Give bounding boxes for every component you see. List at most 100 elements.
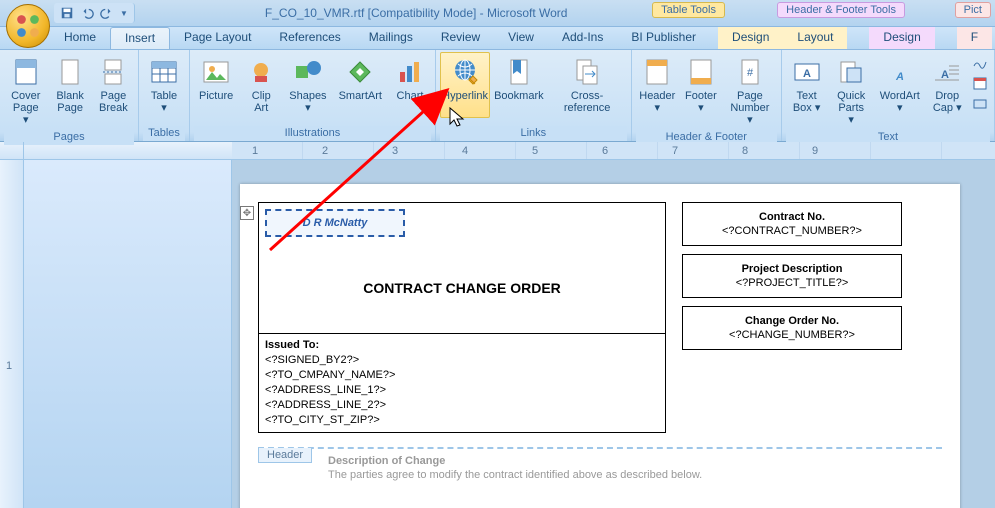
signature-line-button[interactable] xyxy=(970,52,990,72)
clipart-icon xyxy=(245,56,277,88)
blank-page-icon xyxy=(54,56,86,88)
object-icon xyxy=(972,96,988,112)
undo-icon[interactable] xyxy=(80,6,94,20)
context-tab-picture: Pict xyxy=(955,2,991,18)
tab-design-table[interactable]: Design xyxy=(718,27,783,49)
tab-view[interactable]: View xyxy=(494,27,548,49)
quick-access-toolbar: ▼ xyxy=(54,3,135,23)
tab-addins[interactable]: Add-Ins xyxy=(548,27,617,49)
signature-icon xyxy=(972,54,988,70)
tab-references[interactable]: References xyxy=(265,27,354,49)
bookmark-button[interactable]: Bookmark xyxy=(492,52,545,118)
project-desc-box: Project Description <?PROJECT_TITLE?> xyxy=(682,254,902,298)
table-icon xyxy=(148,56,180,88)
object-button[interactable] xyxy=(970,94,990,114)
group-label-links: Links xyxy=(440,126,627,141)
wordart-button[interactable]: AWordArt ▾ xyxy=(875,52,924,130)
picture-button[interactable]: Picture xyxy=(194,52,238,118)
qat-dropdown-icon[interactable]: ▼ xyxy=(120,9,128,18)
textbox-icon: A xyxy=(791,56,823,88)
page-break-button[interactable]: Page Break xyxy=(93,52,134,130)
doc-left-cell: D R McNatty CONTRACT CHANGE ORDER Issued… xyxy=(258,202,666,433)
doc-title: CONTRACT CHANGE ORDER xyxy=(259,243,665,333)
page-number-icon: # xyxy=(734,56,766,88)
redo-icon[interactable] xyxy=(100,6,114,20)
group-text: AText Box ▾ Quick Parts ▾ AWordArt ▾ ADr… xyxy=(782,50,995,141)
dropcap-button[interactable]: ADrop Cap ▾ xyxy=(927,52,968,130)
page-area[interactable]: ✥ D R McNatty CONTRACT CHANGE ORDER Issu… xyxy=(232,160,995,508)
company-logo[interactable]: D R McNatty xyxy=(265,209,405,237)
issued-to-block: Issued To: <?SIGNED_BY2?> <?TO_CMPANY_NA… xyxy=(259,333,665,432)
group-label-tables: Tables xyxy=(143,126,185,141)
horizontal-ruler[interactable]: 1 2 3 4 5 6 7 8 9 xyxy=(232,142,995,159)
svg-text:#: # xyxy=(747,67,754,79)
issued-line: <?TO_CMPANY_NAME?> xyxy=(265,368,659,383)
page-number-button[interactable]: #Page Number ▾ xyxy=(723,52,777,130)
header-button[interactable]: Header ▾ xyxy=(636,52,679,130)
issued-line: <?SIGNED_BY2?> xyxy=(265,353,659,368)
header-icon xyxy=(641,56,673,88)
cover-page-button[interactable]: Cover Page ▾ xyxy=(4,52,47,130)
chart-button[interactable]: Chart xyxy=(389,52,431,118)
desc-heading: Description of Change xyxy=(328,455,445,467)
header-boundary: Header xyxy=(258,447,942,449)
cover-page-icon xyxy=(10,56,42,88)
shapes-button[interactable]: Shapes ▾ xyxy=(284,52,331,118)
document-page[interactable]: ✥ D R McNatty CONTRACT CHANGE ORDER Issu… xyxy=(240,184,960,508)
desc-body: The parties agree to modify the contract… xyxy=(328,469,702,481)
group-pages: Cover Page ▾ Blank Page Page Break Pages xyxy=(0,50,139,141)
tab-page-layout[interactable]: Page Layout xyxy=(170,27,265,49)
tab-bi-publisher[interactable]: BI Publisher xyxy=(617,27,710,49)
hyperlink-button[interactable]: Hyperlink xyxy=(440,52,490,118)
tab-review[interactable]: Review xyxy=(427,27,494,49)
table-move-handle[interactable]: ✥ xyxy=(240,206,254,220)
save-icon[interactable] xyxy=(60,6,74,20)
workspace: 1 ✥ D R McNatty CONTRACT CHANGE ORDER Is… xyxy=(0,160,995,508)
logo-text: D R McNatty xyxy=(303,217,368,229)
svg-text:A: A xyxy=(803,68,811,80)
doc-header-row: D R McNatty CONTRACT CHANGE ORDER Issued… xyxy=(258,202,942,433)
ruler-corner xyxy=(0,142,24,159)
footer-button[interactable]: Footer ▾ xyxy=(681,52,721,130)
crossref-icon xyxy=(571,56,603,88)
smartart-button[interactable]: SmartArt xyxy=(334,52,387,118)
clipart-button[interactable]: Clip Art xyxy=(240,52,282,118)
tab-format-picture[interactable]: F xyxy=(957,27,992,49)
shapes-icon xyxy=(292,56,324,88)
chart-icon xyxy=(394,56,426,88)
issued-to-label: Issued To: xyxy=(265,338,659,353)
doc-right-column: Contract No. <?CONTRACT_NUMBER?> Project… xyxy=(682,202,902,433)
footer-icon xyxy=(685,56,717,88)
textbox-button[interactable]: AText Box ▾ xyxy=(786,52,827,130)
date-icon xyxy=(972,75,988,91)
tab-insert[interactable]: Insert xyxy=(110,27,170,49)
title-bar: ▼ F_CO_10_VMR.rtf [Compatibility Mode] -… xyxy=(0,0,995,27)
quickparts-button[interactable]: Quick Parts ▾ xyxy=(829,52,873,130)
crossref-button[interactable]: Cross-reference xyxy=(548,52,627,118)
quickparts-icon xyxy=(835,56,867,88)
group-tables: Table ▾ Tables xyxy=(139,50,190,141)
context-tab-table: Table Tools xyxy=(652,2,725,18)
context-tab-header-footer: Header & Footer Tools xyxy=(777,2,905,18)
change-order-box: Change Order No. <?CHANGE_NUMBER?> xyxy=(682,306,902,350)
group-header-footer: Header ▾ Footer ▾ #Page Number ▾ Header … xyxy=(632,50,782,141)
date-time-button[interactable] xyxy=(970,73,990,93)
table-button[interactable]: Table ▾ xyxy=(143,52,185,118)
tab-mailings[interactable]: Mailings xyxy=(355,27,427,49)
office-button[interactable] xyxy=(6,4,50,48)
ribbon-tabs: Home Insert Page Layout References Maili… xyxy=(0,27,995,50)
vertical-ruler[interactable]: 1 xyxy=(0,160,24,508)
issued-line: <?TO_CITY_ST_ZIP?> xyxy=(265,413,659,428)
issued-line: <?ADDRESS_LINE_2?> xyxy=(265,398,659,413)
svg-text:A: A xyxy=(895,71,904,83)
header-section-tab[interactable]: Header xyxy=(258,448,312,463)
navigation-panel xyxy=(24,160,232,508)
tab-design-hf[interactable]: Design xyxy=(869,27,934,49)
tab-home[interactable]: Home xyxy=(50,27,110,49)
blank-page-button[interactable]: Blank Page xyxy=(49,52,90,130)
tab-layout-table[interactable]: Layout xyxy=(783,27,847,49)
page-break-icon xyxy=(97,56,129,88)
group-label-illustrations: Illustrations xyxy=(194,126,431,141)
description-section: Description of Change The parties agree … xyxy=(258,453,942,481)
wordart-icon: A xyxy=(884,56,916,88)
